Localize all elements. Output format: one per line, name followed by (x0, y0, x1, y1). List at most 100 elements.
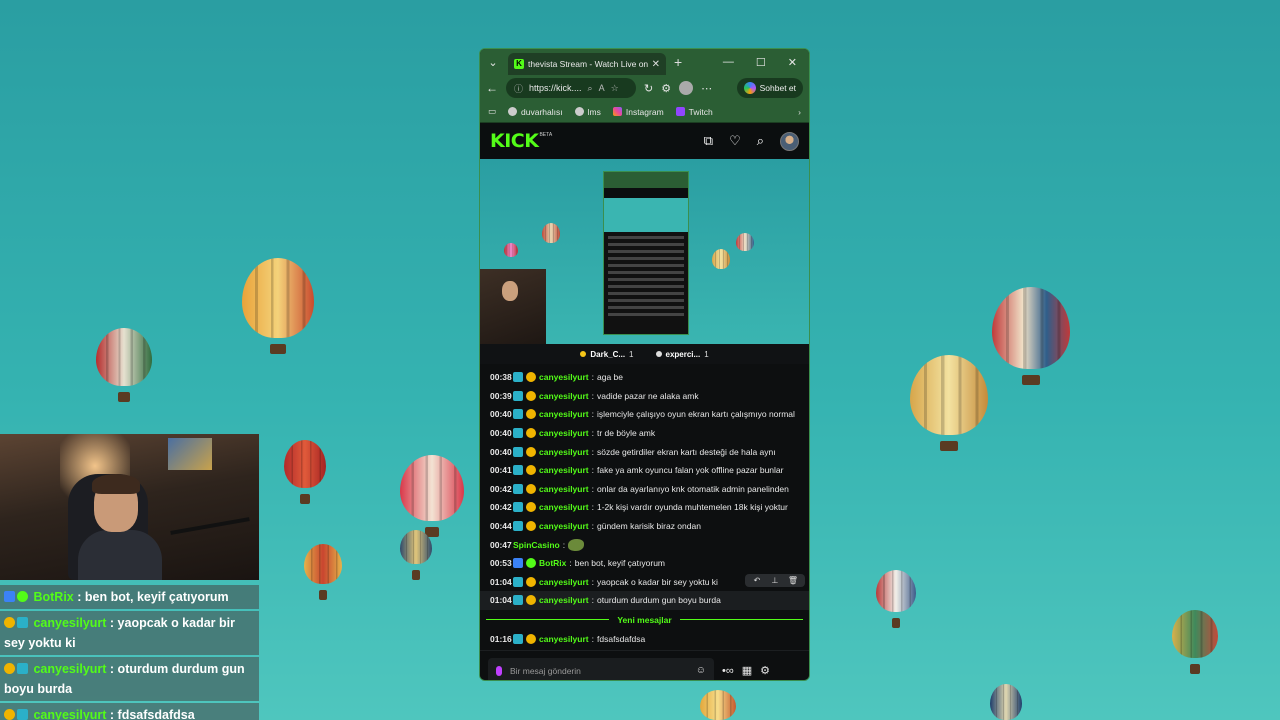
delete-icon[interactable]: 🗑 (785, 576, 801, 585)
info-icon[interactable]: ⓘ (514, 82, 523, 95)
tab-bar: ⌄ K thevista Stream - Watch Live on Kick… (480, 49, 809, 75)
message-username[interactable]: canyesilyurt (539, 372, 589, 382)
chat-message[interactable]: 00:47 SpinCasino: (480, 535, 809, 554)
message-text: fdsafsdafdsa (597, 634, 646, 645)
chevron-right-icon[interactable]: › (798, 107, 801, 117)
message-username[interactable]: BotRix (539, 558, 566, 568)
message-username[interactable]: SpinCasino (513, 540, 560, 550)
chat-message-list: 00:38 canyesilyurt: aga be 00:39 canyesilyur… (480, 368, 809, 535)
minimize-icon[interactable]: — (723, 56, 734, 69)
chat-message[interactable]: 00:40 canyesilyurt: sözde getirdiler ekran… (480, 442, 809, 461)
chat-message[interactable]: 00:44 canyesilyurt: gündem karisik biraz o… (480, 517, 809, 536)
message-text: ben bot, keyif çatıyorum (574, 558, 666, 569)
message-time: 00:39 (490, 390, 512, 401)
chat-message[interactable]: 00:38 canyesilyurt: aga be (480, 368, 809, 387)
chat-message[interactable]: 00:42 canyesilyurt:1-2k kişi vardır oyund… (480, 498, 809, 517)
balloon-decoration (284, 440, 326, 504)
pinned-user[interactable]: Dark_C... 1 (580, 349, 634, 359)
copilot-button[interactable]: Sohbet et (736, 78, 803, 98)
message-username[interactable]: canyesilyurt (539, 521, 589, 531)
reply-icon[interactable]: ↶ (749, 576, 765, 585)
bookmark-duvarhalisi[interactable]: duvarhalısı (508, 107, 563, 117)
chat-message[interactable]: 00:41 canyesilyurt: fake ya amk oyuncu fal… (480, 461, 809, 480)
message-text: yaopcak o kadar bir sey yoktu ki (597, 576, 718, 587)
message-time: 00:40 (490, 446, 512, 457)
colon-separator: : (591, 595, 594, 606)
message-username[interactable]: canyesilyurt (539, 634, 589, 644)
verified-badge-icon (17, 591, 28, 602)
read-aloud-icon[interactable]: A (599, 83, 605, 93)
message-username[interactable]: canyesilyurt (539, 465, 589, 475)
url-text: https://kick.... (529, 83, 582, 93)
pin-icon[interactable]: ⊥ (767, 576, 783, 585)
chat-message[interactable]: 00:53 BotRix: ben bot, keyif çatıyorum (480, 554, 809, 573)
address-bar[interactable]: ⓘ https://kick.... ⌕ A ☆ (506, 78, 636, 98)
message-username[interactable]: canyesilyurt (539, 502, 589, 512)
microphone-icon[interactable] (496, 665, 502, 676)
message-time: 00:40 (490, 409, 512, 420)
chat-message[interactable]: 01:16 canyesilyurt: fdsafsdafdsa (480, 630, 809, 649)
user-avatar[interactable] (780, 131, 799, 151)
chat-input[interactable]: Bir mesaj gönderin ☺ (488, 657, 714, 680)
browser-tab[interactable]: K thevista Stream - Watch Live on Kick ✕ (508, 53, 666, 75)
stream-video-player[interactable] (480, 159, 809, 344)
back-arrow-icon[interactable]: ← (486, 81, 498, 95)
pinned-gifters: Dark_C... 1 experci... 1 (480, 344, 809, 364)
bookmarks-folder-icon[interactable]: ▭ (488, 106, 496, 117)
message-username[interactable]: canyesilyurt (539, 391, 589, 401)
settings-gear-icon[interactable]: ⚙ (760, 664, 770, 677)
chat-message[interactable]: 00:42 canyesilyurt: onlar da ayarlanıyo kn… (480, 480, 809, 499)
heart-icon[interactable]: ♡ (729, 133, 741, 149)
clips-icon[interactable]: ⧉ (704, 133, 713, 149)
kick-logo[interactable]: KICK (490, 130, 539, 152)
colon-separator: : (591, 483, 594, 494)
subscriber-badge-icon (513, 465, 523, 476)
kick-header: KICK BETA ⧉ ♡ ⌕ (480, 123, 809, 159)
maximize-icon[interactable]: ☐ (756, 56, 766, 69)
message-username[interactable]: canyesilyurt (539, 409, 589, 419)
message-text: onlar da ayarlanıyo knk otomatik admin p… (597, 483, 789, 494)
message-username[interactable]: canyesilyurt (539, 484, 589, 494)
bookmark-instagram[interactable]: Instagram (612, 106, 664, 117)
message-actions: ↶ ⊥ 🗑 (745, 574, 805, 587)
message-username[interactable]: canyesilyurt (539, 428, 589, 438)
bot-badge-icon (4, 591, 15, 602)
balloon-decoration (992, 287, 1070, 385)
refresh-icon[interactable]: ↻ (644, 82, 653, 95)
message-username[interactable]: canyesilyurt (539, 447, 589, 457)
chat-message[interactable]: 00:40 canyesilyurt: işlemciyle çalışıyo oy… (480, 405, 809, 424)
more-menu-icon[interactable]: ⋯ (701, 82, 712, 95)
bookmark-lms[interactable]: lms (574, 107, 601, 117)
search-icon[interactable]: ⌕ (757, 133, 764, 149)
bookmark-label: Instagram (625, 106, 664, 117)
favorite-star-icon[interactable]: ☆ (611, 83, 619, 94)
zoom-icon[interactable]: ⌕ (588, 83, 593, 94)
extensions-icon[interactable]: ⚙ (661, 82, 671, 95)
gift-icon[interactable]: ▦ (742, 664, 752, 677)
overlay-text: : fdsafsdafdsa (106, 708, 195, 720)
beta-label: BETA (539, 132, 553, 138)
chat-message[interactable]: 01:04 canyesilyurt: oturdum durdum gun boy… (480, 591, 809, 610)
colon-separator: : (591, 372, 594, 383)
overlay-username: canyesilyurt (33, 708, 107, 720)
new-tab-icon[interactable]: + (674, 54, 682, 70)
kicks-infinity-icon[interactable]: •∞ (722, 665, 734, 677)
profile-avatar[interactable] (679, 81, 694, 95)
chat-message[interactable]: 00:39 canyesilyurt: vadide pazar ne alaka … (480, 387, 809, 406)
close-window-icon[interactable]: ✕ (788, 56, 797, 69)
chat-message[interactable]: 00:40 canyesilyurt: tr de böyle amk (480, 424, 809, 443)
pinned-user-count: 1 (629, 349, 634, 359)
kick-favicon-icon: K (514, 59, 524, 69)
bookmark-label: duvarhalısı (521, 106, 563, 117)
stream-chat-overlay: BotRix : ben bot, keyif çatıyorum canyes… (0, 585, 259, 720)
pinned-user[interactable]: experci... 1 (655, 350, 709, 359)
overlay-text: : ben bot, keyif çatıyorum (73, 590, 229, 604)
close-tab-icon[interactable]: ✕ (652, 59, 660, 70)
message-username[interactable]: canyesilyurt (539, 595, 589, 605)
message-text: 1-2k kişi vardır oyunda muhtemelen 18k k… (597, 502, 788, 513)
gifter-badge-icon (4, 709, 15, 720)
bookmark-twitch[interactable]: Twitch (675, 107, 713, 117)
tab-list-dropdown-icon[interactable]: ⌄ (484, 56, 502, 69)
message-username[interactable]: canyesilyurt (539, 577, 589, 587)
emoji-icon[interactable]: ☺ (696, 665, 706, 676)
